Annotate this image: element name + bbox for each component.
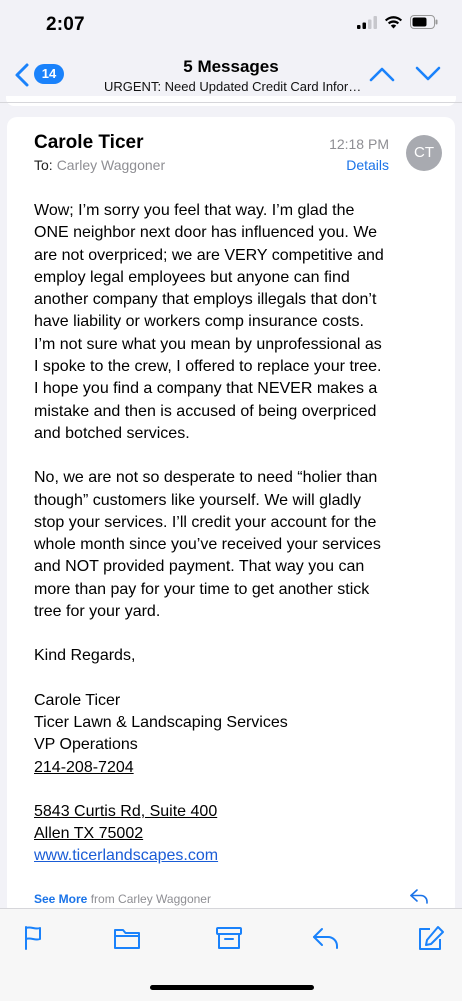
flag-icon[interactable] xyxy=(20,925,50,951)
body-line: mistake and then is accused of being ove… xyxy=(34,402,377,420)
body-line: and botched services. xyxy=(34,424,190,442)
body-line: are not overpriced; we are VERY competit… xyxy=(34,246,384,264)
body-line: tree for your yard. xyxy=(34,603,161,621)
avatar[interactable]: CT xyxy=(406,135,442,171)
message-body: Wow; I’m sorry you feel that way. I’m gl… xyxy=(34,200,434,868)
archive-icon[interactable] xyxy=(214,925,244,951)
home-indicator[interactable] xyxy=(150,985,314,990)
body-line: stop your services. I’ll credit your acc… xyxy=(34,513,377,531)
see-more-from: from Carley Waggoner xyxy=(90,892,211,906)
body-line: I hope you find a company that NEVER mak… xyxy=(34,380,378,398)
cellular-signal-icon xyxy=(357,15,377,29)
see-more-label[interactable]: See More xyxy=(34,892,87,906)
body-line: No, we are not so desperate to need “hol… xyxy=(34,469,378,487)
chevron-up-icon[interactable] xyxy=(368,64,396,84)
see-more-link[interactable]: See More from Carley Waggoner xyxy=(34,892,211,906)
status-time: 2:07 xyxy=(46,14,85,35)
battery-icon xyxy=(410,15,438,29)
chevron-down-icon[interactable] xyxy=(414,64,442,84)
reply-icon[interactable] xyxy=(409,888,429,904)
body-line: have liability or workers comp insurance… xyxy=(34,313,364,331)
wifi-icon xyxy=(384,16,403,29)
body-line: Wow; I’m sorry you feel that way. I’m gl… xyxy=(34,202,355,219)
sender-name[interactable]: Carole Ticer xyxy=(34,132,143,154)
address-line-2[interactable]: Allen TX 75002 xyxy=(34,825,143,842)
body-line: and NOT provided payment. That way you c… xyxy=(34,558,365,576)
signature-name: Carole Ticer xyxy=(34,691,121,709)
details-link[interactable]: Details xyxy=(346,157,389,173)
closing-line: Kind Regards, xyxy=(34,647,136,665)
reply-icon[interactable] xyxy=(311,925,341,951)
body-line: more than pay for your time to get anoth… xyxy=(34,580,370,598)
recipient-line: To: Carley Waggoner xyxy=(34,157,165,173)
address-line-1[interactable]: 5843 Curtis Rd, Suite 400 xyxy=(34,803,217,820)
thread-subject: URGENT: Need Updated Credit Card Infor… xyxy=(104,79,362,94)
compose-icon[interactable] xyxy=(416,925,446,951)
body-line: employ legal employees but anyone can fi… xyxy=(34,268,350,286)
folder-icon[interactable] xyxy=(112,925,142,951)
message-time: 12:18 PM xyxy=(329,136,389,152)
status-icons xyxy=(357,15,438,29)
recipient-name[interactable]: Carley Waggoner xyxy=(57,157,165,173)
website-link[interactable]: www.ticerlandscapes.com xyxy=(34,847,218,864)
phone-link[interactable]: 214-208-7204 xyxy=(34,759,134,776)
body-line: I’m not sure what you mean by unprofessi… xyxy=(34,335,382,353)
body-line: ONE neighbor next door has influenced yo… xyxy=(34,224,378,242)
divider xyxy=(0,102,462,103)
body-line: I spoke to the crew, I offered to replac… xyxy=(34,358,382,376)
status-bar: 2:07 xyxy=(0,0,462,46)
body-line: another company that employs illegals th… xyxy=(34,291,377,309)
body-line: though” customers like yourself. We will… xyxy=(34,491,361,509)
to-label: To: xyxy=(34,157,53,173)
signature-title: VP Operations xyxy=(34,736,138,754)
previous-message-card[interactable] xyxy=(6,96,456,106)
nav-bar: 14 5 Messages URGENT: Need Updated Credi… xyxy=(0,46,462,102)
message-card: Carole Ticer To: Carley Waggoner 12:18 PM… xyxy=(7,117,455,917)
body-line: whole month since you’ve received your s… xyxy=(34,536,381,554)
signature-company: Ticer Lawn & Landscaping Services xyxy=(34,713,288,731)
